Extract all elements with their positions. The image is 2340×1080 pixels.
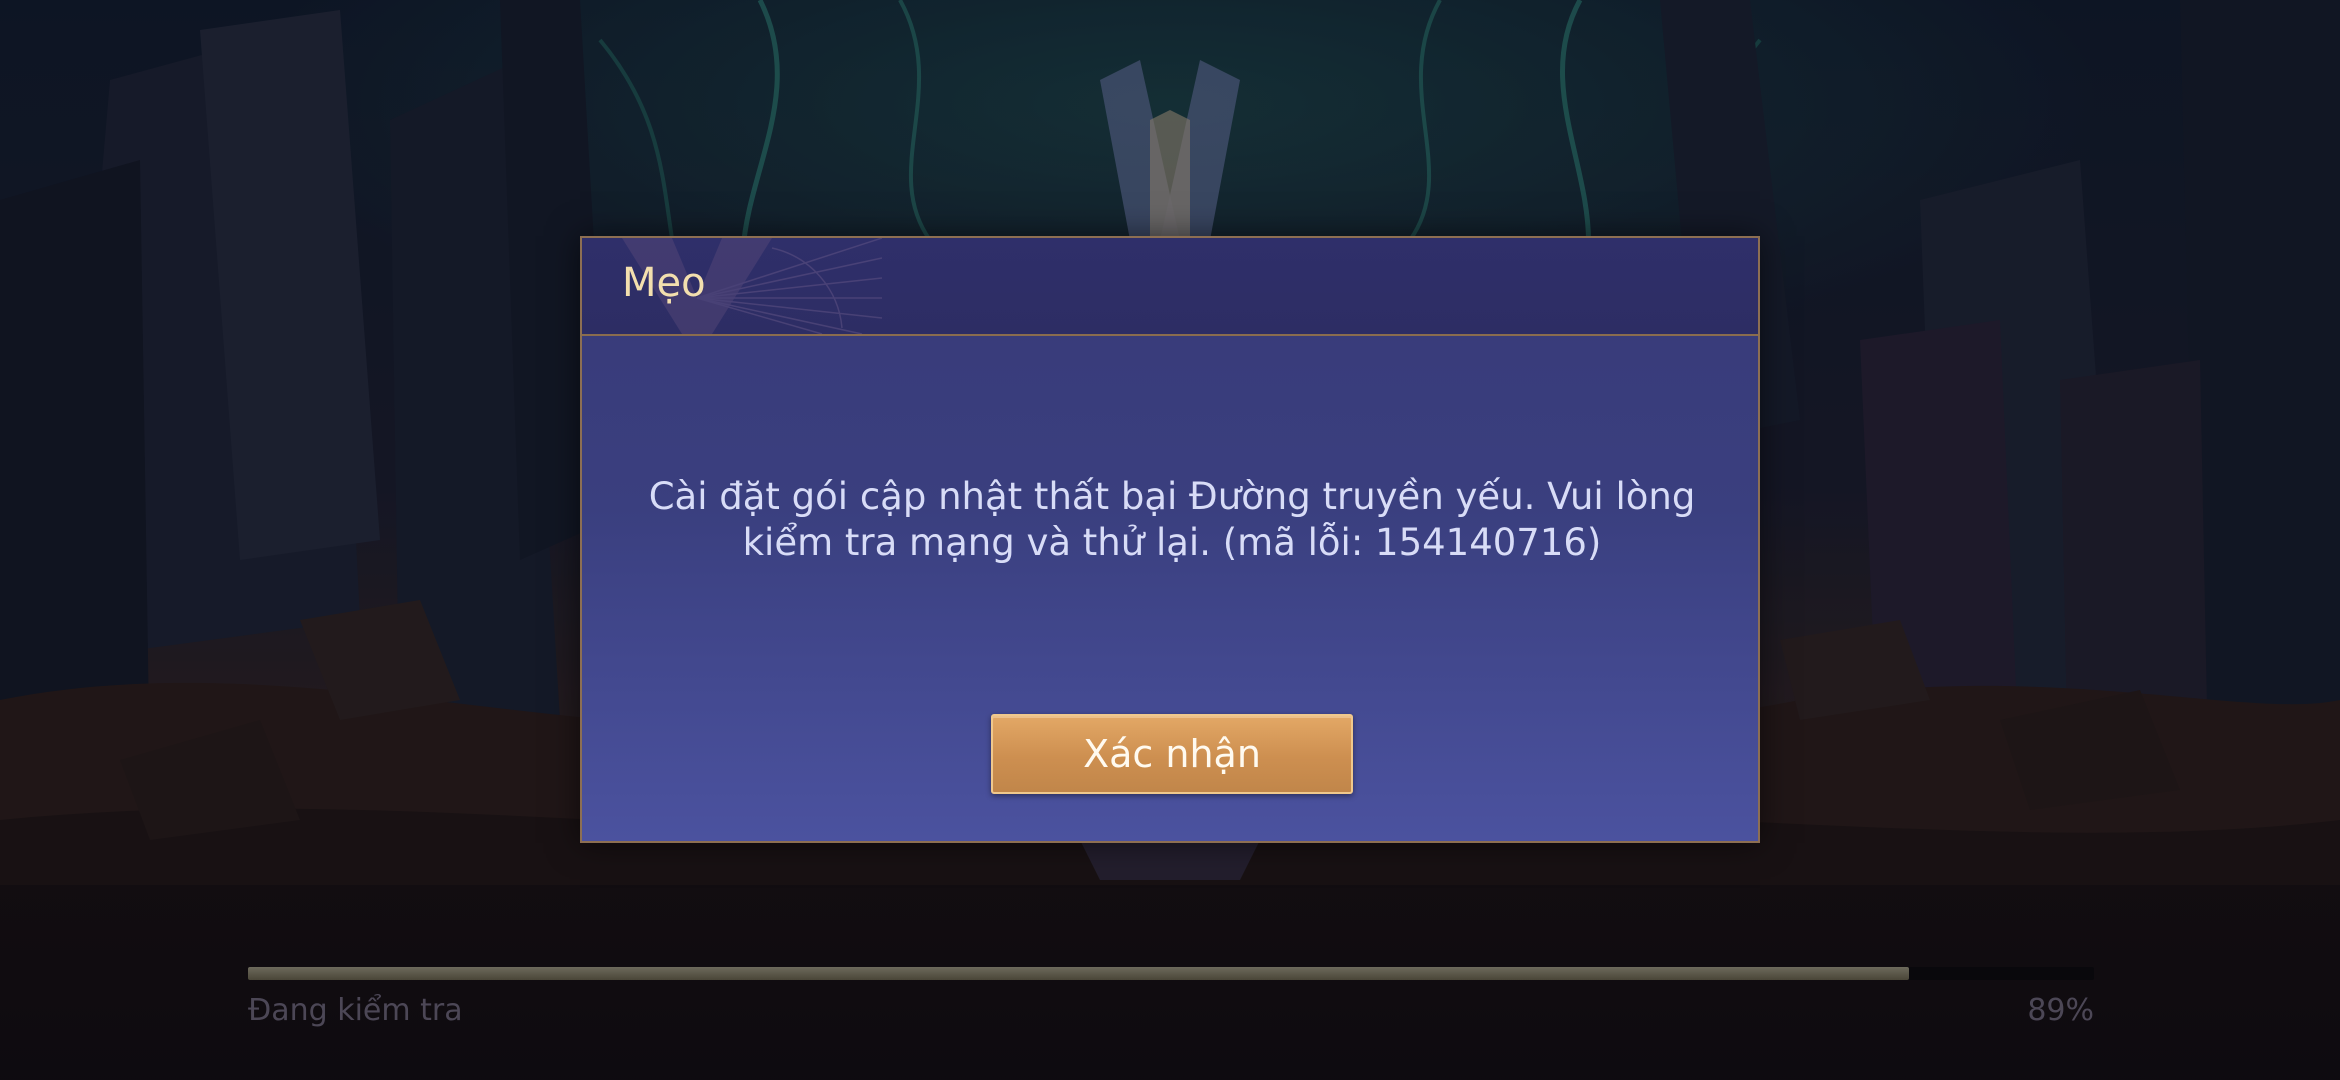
- loading-panel: [0, 885, 2340, 1080]
- error-message: Cài đặt gói cập nhật thất bại Đường truy…: [648, 475, 1696, 564]
- loading-progress-fill: [248, 967, 1910, 980]
- confirm-button[interactable]: Xác nhận: [991, 714, 1353, 794]
- tip-dialog: Mẹo Cài đặt gói cập nhật thất bại Đường …: [580, 236, 1760, 843]
- dialog-title: Mẹo: [622, 260, 706, 306]
- loading-percent-text: 89%: [2027, 993, 2094, 1028]
- loading-status-text: Đang kiểm tra: [248, 993, 463, 1028]
- dialog-header: Mẹo: [582, 238, 1758, 336]
- loading-progress-bar: [248, 967, 2094, 980]
